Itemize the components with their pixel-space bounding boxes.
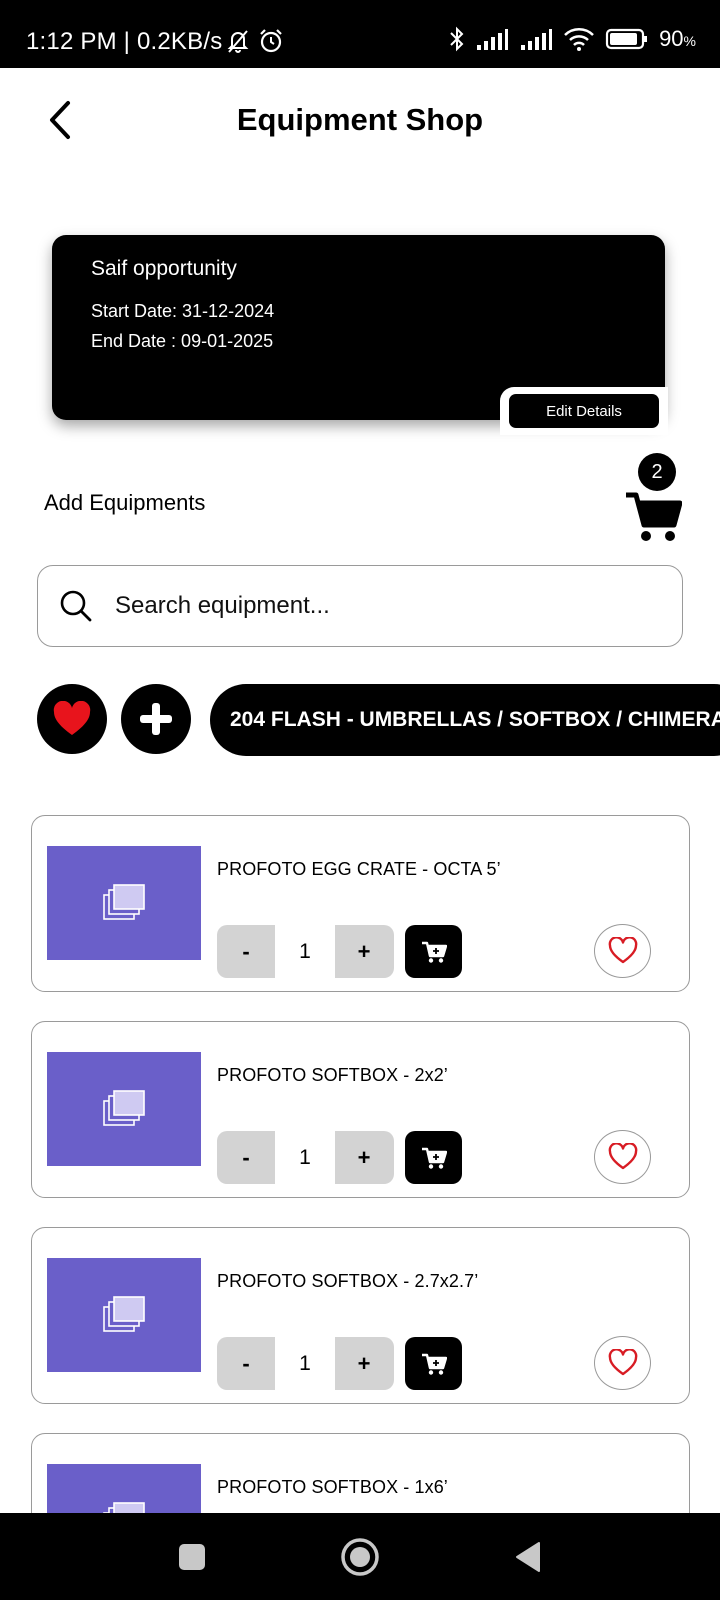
home-button[interactable] bbox=[338, 1535, 382, 1579]
quantity-increase-button[interactable]: + bbox=[335, 925, 393, 978]
product-image bbox=[47, 1052, 201, 1166]
system-back-button[interactable] bbox=[506, 1535, 550, 1579]
edit-details-button[interactable]: Edit Details bbox=[509, 394, 659, 428]
signal-icon bbox=[477, 29, 509, 50]
product-card[interactable]: PROFOTO EGG CRATE - OCTA 5’ - 1 + bbox=[31, 815, 690, 992]
start-date: Start Date: 31-12-2024 bbox=[91, 301, 275, 321]
recents-button[interactable] bbox=[170, 1535, 214, 1579]
back-triangle-icon bbox=[516, 1542, 540, 1572]
battery-percent: 90% bbox=[659, 26, 696, 51]
quantity-stepper: - 1 + bbox=[217, 1337, 394, 1390]
add-to-cart-button[interactable] bbox=[405, 1337, 462, 1390]
quantity-value[interactable]: 1 bbox=[275, 1131, 335, 1184]
favorites-filter-button[interactable] bbox=[37, 684, 107, 754]
page-title: Equipment Shop bbox=[236, 102, 484, 137]
quantity-stepper: - 1 + bbox=[217, 1131, 394, 1184]
heart-outline-icon bbox=[608, 1143, 637, 1170]
shopping-cart-icon bbox=[626, 492, 682, 541]
add-to-cart-button[interactable] bbox=[405, 925, 462, 978]
quantity-value[interactable]: 1 bbox=[275, 1337, 335, 1390]
product-name: PROFOTO EGG CRATE - OCTA 5’ bbox=[217, 859, 501, 879]
opportunity-name: Saif opportunity bbox=[91, 257, 237, 280]
image-gallery-icon bbox=[103, 884, 145, 920]
quantity-increase-button[interactable]: + bbox=[335, 1131, 393, 1184]
search-icon bbox=[60, 590, 92, 622]
cart-button[interactable]: 2 bbox=[620, 453, 684, 543]
image-gallery-icon bbox=[103, 1296, 145, 1332]
mute-bell-icon bbox=[227, 30, 249, 53]
plus-icon bbox=[140, 703, 172, 735]
quantity-decrease-button[interactable]: - bbox=[217, 925, 275, 978]
status-icons: 90% bbox=[449, 26, 696, 52]
favorite-button[interactable] bbox=[594, 924, 651, 978]
image-gallery-icon bbox=[103, 1090, 145, 1126]
product-card[interactable]: PROFOTO SOFTBOX - 2x2’ - 1 + bbox=[31, 1021, 690, 1198]
navigation-bar bbox=[0, 1513, 720, 1600]
battery-icon bbox=[605, 28, 648, 50]
quantity-stepper: - 1 + bbox=[217, 925, 394, 978]
product-image bbox=[47, 1258, 201, 1372]
favorite-button[interactable] bbox=[594, 1130, 651, 1184]
cart-icon bbox=[421, 1147, 447, 1169]
section-label: Add Equipments bbox=[44, 490, 206, 515]
quantity-increase-button[interactable]: + bbox=[335, 1337, 393, 1390]
favorite-button[interactable] bbox=[594, 1336, 651, 1390]
heart-icon bbox=[53, 701, 91, 735]
end-date: End Date : 09-01-2025 bbox=[91, 331, 274, 351]
category-chip[interactable]: 204 FLASH - UMBRELLAS / SOFTBOX / CHIMER… bbox=[210, 684, 720, 756]
product-name: PROFOTO SOFTBOX - 1x6’ bbox=[217, 1477, 448, 1497]
cart-icon bbox=[421, 941, 447, 963]
product-card[interactable]: PROFOTO SOFTBOX - 2.7x2.7’ - 1 + bbox=[31, 1227, 690, 1404]
add-equipment-button[interactable] bbox=[121, 684, 191, 754]
search-box bbox=[37, 565, 683, 647]
quantity-value[interactable]: 1 bbox=[275, 925, 335, 978]
alarm-icon bbox=[260, 29, 282, 53]
status-time: 1:12 PM | 0.2KB/s bbox=[26, 28, 223, 55]
add-to-cart-button[interactable] bbox=[405, 1131, 462, 1184]
cart-count-badge: 2 bbox=[638, 453, 676, 491]
status-bar: 1:12 PM | 0.2KB/s 90% bbox=[0, 0, 720, 68]
cart-icon bbox=[421, 1353, 447, 1375]
recents-square-icon bbox=[179, 1544, 205, 1570]
quantity-decrease-button[interactable]: - bbox=[217, 1337, 275, 1390]
product-image bbox=[47, 846, 201, 960]
heart-outline-icon bbox=[608, 937, 637, 964]
heart-outline-icon bbox=[608, 1349, 637, 1376]
product-name: PROFOTO SOFTBOX - 2x2’ bbox=[217, 1065, 448, 1085]
bluetooth-icon bbox=[450, 26, 464, 52]
home-circle-icon bbox=[341, 1538, 379, 1576]
wifi-icon bbox=[564, 28, 594, 51]
signal-icon bbox=[521, 29, 553, 50]
product-name: PROFOTO SOFTBOX - 2.7x2.7’ bbox=[217, 1271, 479, 1291]
quantity-decrease-button[interactable]: - bbox=[217, 1131, 275, 1184]
search-input[interactable] bbox=[115, 584, 655, 628]
